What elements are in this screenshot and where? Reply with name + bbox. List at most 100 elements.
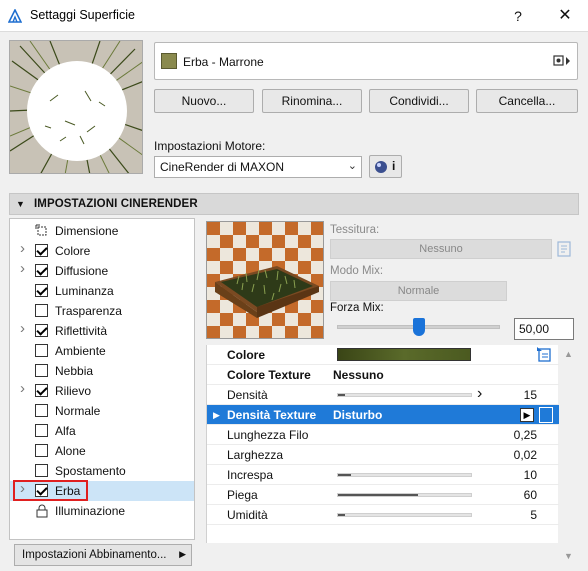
scroll-down-icon[interactable]: ▼ xyxy=(564,551,573,561)
texture-settings-icon[interactable] xyxy=(539,407,553,423)
channel-checkbox[interactable] xyxy=(35,444,48,457)
param-text-value: Disturbo xyxy=(333,408,383,422)
param-slider-fill xyxy=(338,394,345,396)
chevron-down-icon: ⌄ xyxy=(347,160,357,172)
param-value[interactable]: 0,25 xyxy=(477,428,537,442)
param-label: Densità Texture xyxy=(227,408,317,422)
scroll-up-icon[interactable]: ▲ xyxy=(564,349,573,359)
window-title: Settaggi Superficie xyxy=(30,8,135,22)
mix-strength-input[interactable]: 50,00 xyxy=(514,318,574,340)
rename-button[interactable]: Rinomina... xyxy=(262,89,362,113)
info-icon: i xyxy=(392,159,396,173)
param-row[interactable]: Larghezza 0,02 xyxy=(207,445,559,465)
engine-label: Impostazioni Motore: xyxy=(154,139,266,153)
channel-checkbox[interactable] xyxy=(35,364,48,377)
param-row[interactable]: Increspa 10 xyxy=(207,465,559,485)
param-label: Piega xyxy=(227,488,258,502)
share-button[interactable]: Condividi... xyxy=(369,89,469,113)
channel-checkbox[interactable] xyxy=(35,324,48,337)
param-row[interactable]: Densità › 15 xyxy=(207,385,559,405)
grass-params-table: Colore Colore Texture Nessuno Densità › 15 ▶ De… xyxy=(206,345,559,543)
app-icon xyxy=(8,9,22,23)
engine-select-value: CineRender di MAXON xyxy=(160,160,285,174)
channel-checkbox[interactable] xyxy=(35,284,48,297)
channel-item[interactable]: Illuminazione xyxy=(10,501,194,521)
channel-item[interactable]: Normale xyxy=(10,401,194,421)
channel-checkbox[interactable] xyxy=(35,424,48,437)
delete-button[interactable]: Cancella... xyxy=(476,89,578,113)
channel-checkbox[interactable] xyxy=(35,404,48,417)
param-row[interactable]: ▶ Densità Texture Disturbo ▶ xyxy=(207,405,559,425)
expand-chevron-icon[interactable]: › xyxy=(20,380,25,397)
channel-item[interactable]: Alone xyxy=(10,441,194,461)
channel-item[interactable]: Trasparenza xyxy=(10,301,194,321)
expand-chevron-icon[interactable]: › xyxy=(20,240,25,257)
channel-item[interactable]: Alfa xyxy=(10,421,194,441)
new-button[interactable]: Nuovo... xyxy=(154,89,254,113)
param-value[interactable]: 60 xyxy=(477,488,537,502)
channel-item[interactable]: › Riflettività xyxy=(10,320,194,341)
channel-item[interactable]: › Rilievo xyxy=(10,380,194,401)
expand-chevron-icon[interactable]: › xyxy=(20,320,25,337)
cinerender-section-header[interactable]: ▼ IMPOSTAZIONI CINERENDER xyxy=(9,193,579,215)
grass-sphere-preview xyxy=(10,41,142,173)
param-slider[interactable] xyxy=(337,493,472,497)
param-row[interactable]: Colore Texture Nessuno xyxy=(207,365,559,385)
color-picker-icon[interactable] xyxy=(536,346,554,362)
close-button[interactable]: ✕ xyxy=(555,6,575,26)
param-row[interactable]: Lunghezza Filo 0,25 xyxy=(207,425,559,445)
params-scrollbar[interactable]: ▲ ▼ xyxy=(560,345,578,564)
channel-checkbox[interactable] xyxy=(35,464,48,477)
param-label: Colore Texture xyxy=(227,368,311,382)
surface-picker-icon[interactable] xyxy=(553,54,571,70)
param-slider[interactable] xyxy=(337,473,472,477)
channel-item[interactable]: Dimensione xyxy=(10,221,194,241)
param-slider-fill xyxy=(338,494,418,496)
channel-checkbox[interactable] xyxy=(35,244,48,257)
param-color-swatch[interactable] xyxy=(337,348,471,361)
title-bar: Settaggi Superficie ? ✕ xyxy=(0,0,588,32)
param-value[interactable]: 5 xyxy=(477,508,537,522)
param-slider[interactable] xyxy=(337,393,472,397)
channel-item[interactable]: Ambiente xyxy=(10,341,194,361)
param-value[interactable]: 0,02 xyxy=(477,448,537,462)
channel-label: Normale xyxy=(55,404,101,418)
row-expand-icon[interactable]: ▶ xyxy=(213,410,220,421)
param-row[interactable]: Umidità 5 xyxy=(207,505,559,525)
channel-item[interactable]: Spostamento xyxy=(10,461,194,481)
texture-picker-icon xyxy=(556,239,574,259)
channel-checkbox[interactable] xyxy=(35,384,48,397)
grass-floor-preview xyxy=(207,222,323,338)
engine-select[interactable]: CineRender di MAXON ⌄ xyxy=(154,156,362,178)
expand-chevron-icon[interactable]: › xyxy=(20,260,25,277)
param-text-value: Nessuno xyxy=(333,368,384,382)
param-value[interactable]: 10 xyxy=(477,468,537,482)
channel-item[interactable]: Nebbia xyxy=(10,361,194,381)
texture-menu-icon[interactable]: ▶ xyxy=(520,408,534,422)
channel-checkbox[interactable] xyxy=(35,264,48,277)
param-label: Lunghezza Filo xyxy=(227,428,309,442)
match-settings-button[interactable]: Impostazioni Abbinamento... ▶ xyxy=(14,544,192,566)
param-value[interactable]: 15 xyxy=(477,388,537,402)
channel-checkbox[interactable] xyxy=(35,304,48,317)
material-preview xyxy=(9,40,143,174)
engine-info-button[interactable]: i xyxy=(369,155,402,178)
mix-strength-label: Forza Mix: xyxy=(330,302,384,314)
mix-strength-thumb[interactable] xyxy=(412,318,425,336)
param-row[interactable]: Colore xyxy=(207,345,559,365)
param-slider[interactable] xyxy=(337,513,472,517)
channel-item[interactable]: Luminanza xyxy=(10,281,194,301)
channel-item[interactable]: › Colore xyxy=(10,240,194,261)
highlight-box xyxy=(13,480,88,501)
channel-label: Spostamento xyxy=(55,464,126,478)
channel-item[interactable]: › Diffusione xyxy=(10,260,194,281)
mix-strength-value: 50,00 xyxy=(519,322,550,336)
param-row[interactable]: Piega 60 xyxy=(207,485,559,505)
param-slider-fill xyxy=(338,474,352,476)
channel-checkbox[interactable] xyxy=(35,344,48,357)
surface-name-field[interactable]: Erba - Marrone xyxy=(154,42,578,80)
help-button[interactable]: ? xyxy=(508,6,528,26)
param-label: Umidità xyxy=(227,508,268,522)
channel-label: Dimensione xyxy=(55,224,119,238)
channel-label: Illuminazione xyxy=(55,504,126,518)
